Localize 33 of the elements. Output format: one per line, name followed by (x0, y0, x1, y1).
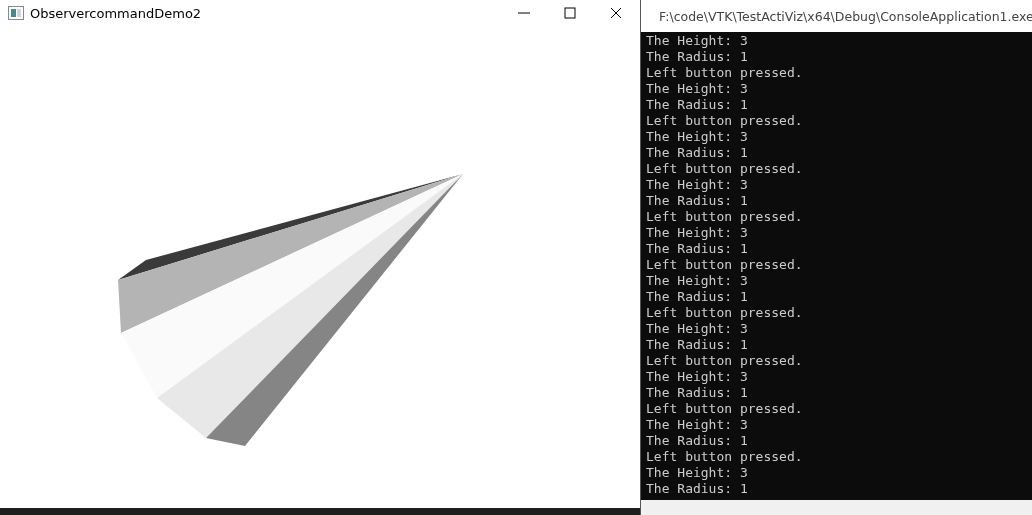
console-line: The Height: 3 (646, 81, 749, 97)
console-line: The Radius: 1 (646, 481, 749, 497)
console-line: The Radius: 1 (646, 97, 749, 113)
console-line: The Radius: 1 (646, 49, 749, 65)
console-line: The Height: 3 (646, 417, 749, 433)
console-line: Left button pressed. (646, 161, 804, 177)
console-line: Left button pressed. (646, 257, 804, 273)
console-line: The Radius: 1 (646, 145, 749, 161)
app-icon (8, 6, 24, 20)
console-line: The Height: 3 (646, 177, 749, 193)
console-line: The Radius: 1 (646, 241, 749, 257)
console-line: The Radius: 1 (646, 193, 749, 209)
console-line: Left button pressed. (646, 353, 804, 369)
console-line: The Height: 3 (646, 129, 749, 145)
console-line: The Height: 3 (646, 273, 749, 289)
console-line: Left button pressed. (646, 305, 804, 321)
console-line: The Height: 3 (646, 33, 749, 49)
console-line: Left button pressed. (646, 401, 804, 417)
console-line: The Radius: 1 (646, 433, 749, 449)
console-line: Left button pressed. (646, 113, 804, 129)
console-line: The Height: 3 (646, 321, 749, 337)
console-line: Left button pressed. (646, 209, 804, 225)
console-line: Left button pressed. (646, 449, 804, 465)
console-line: Left button pressed. (646, 65, 804, 81)
console-line: The Height: 3 (646, 369, 749, 385)
maximize-icon[interactable] (564, 7, 576, 19)
close-icon[interactable] (610, 7, 622, 19)
console-line: The Radius: 1 (646, 289, 749, 305)
console-line: The Radius: 1 (646, 385, 749, 401)
console-line: The Height: 3 (646, 465, 749, 481)
console-line: The Height: 3 (646, 225, 749, 241)
console-line: The Radius: 1 (646, 337, 749, 353)
window-title: ObservercommandDemo2 (30, 5, 203, 21)
